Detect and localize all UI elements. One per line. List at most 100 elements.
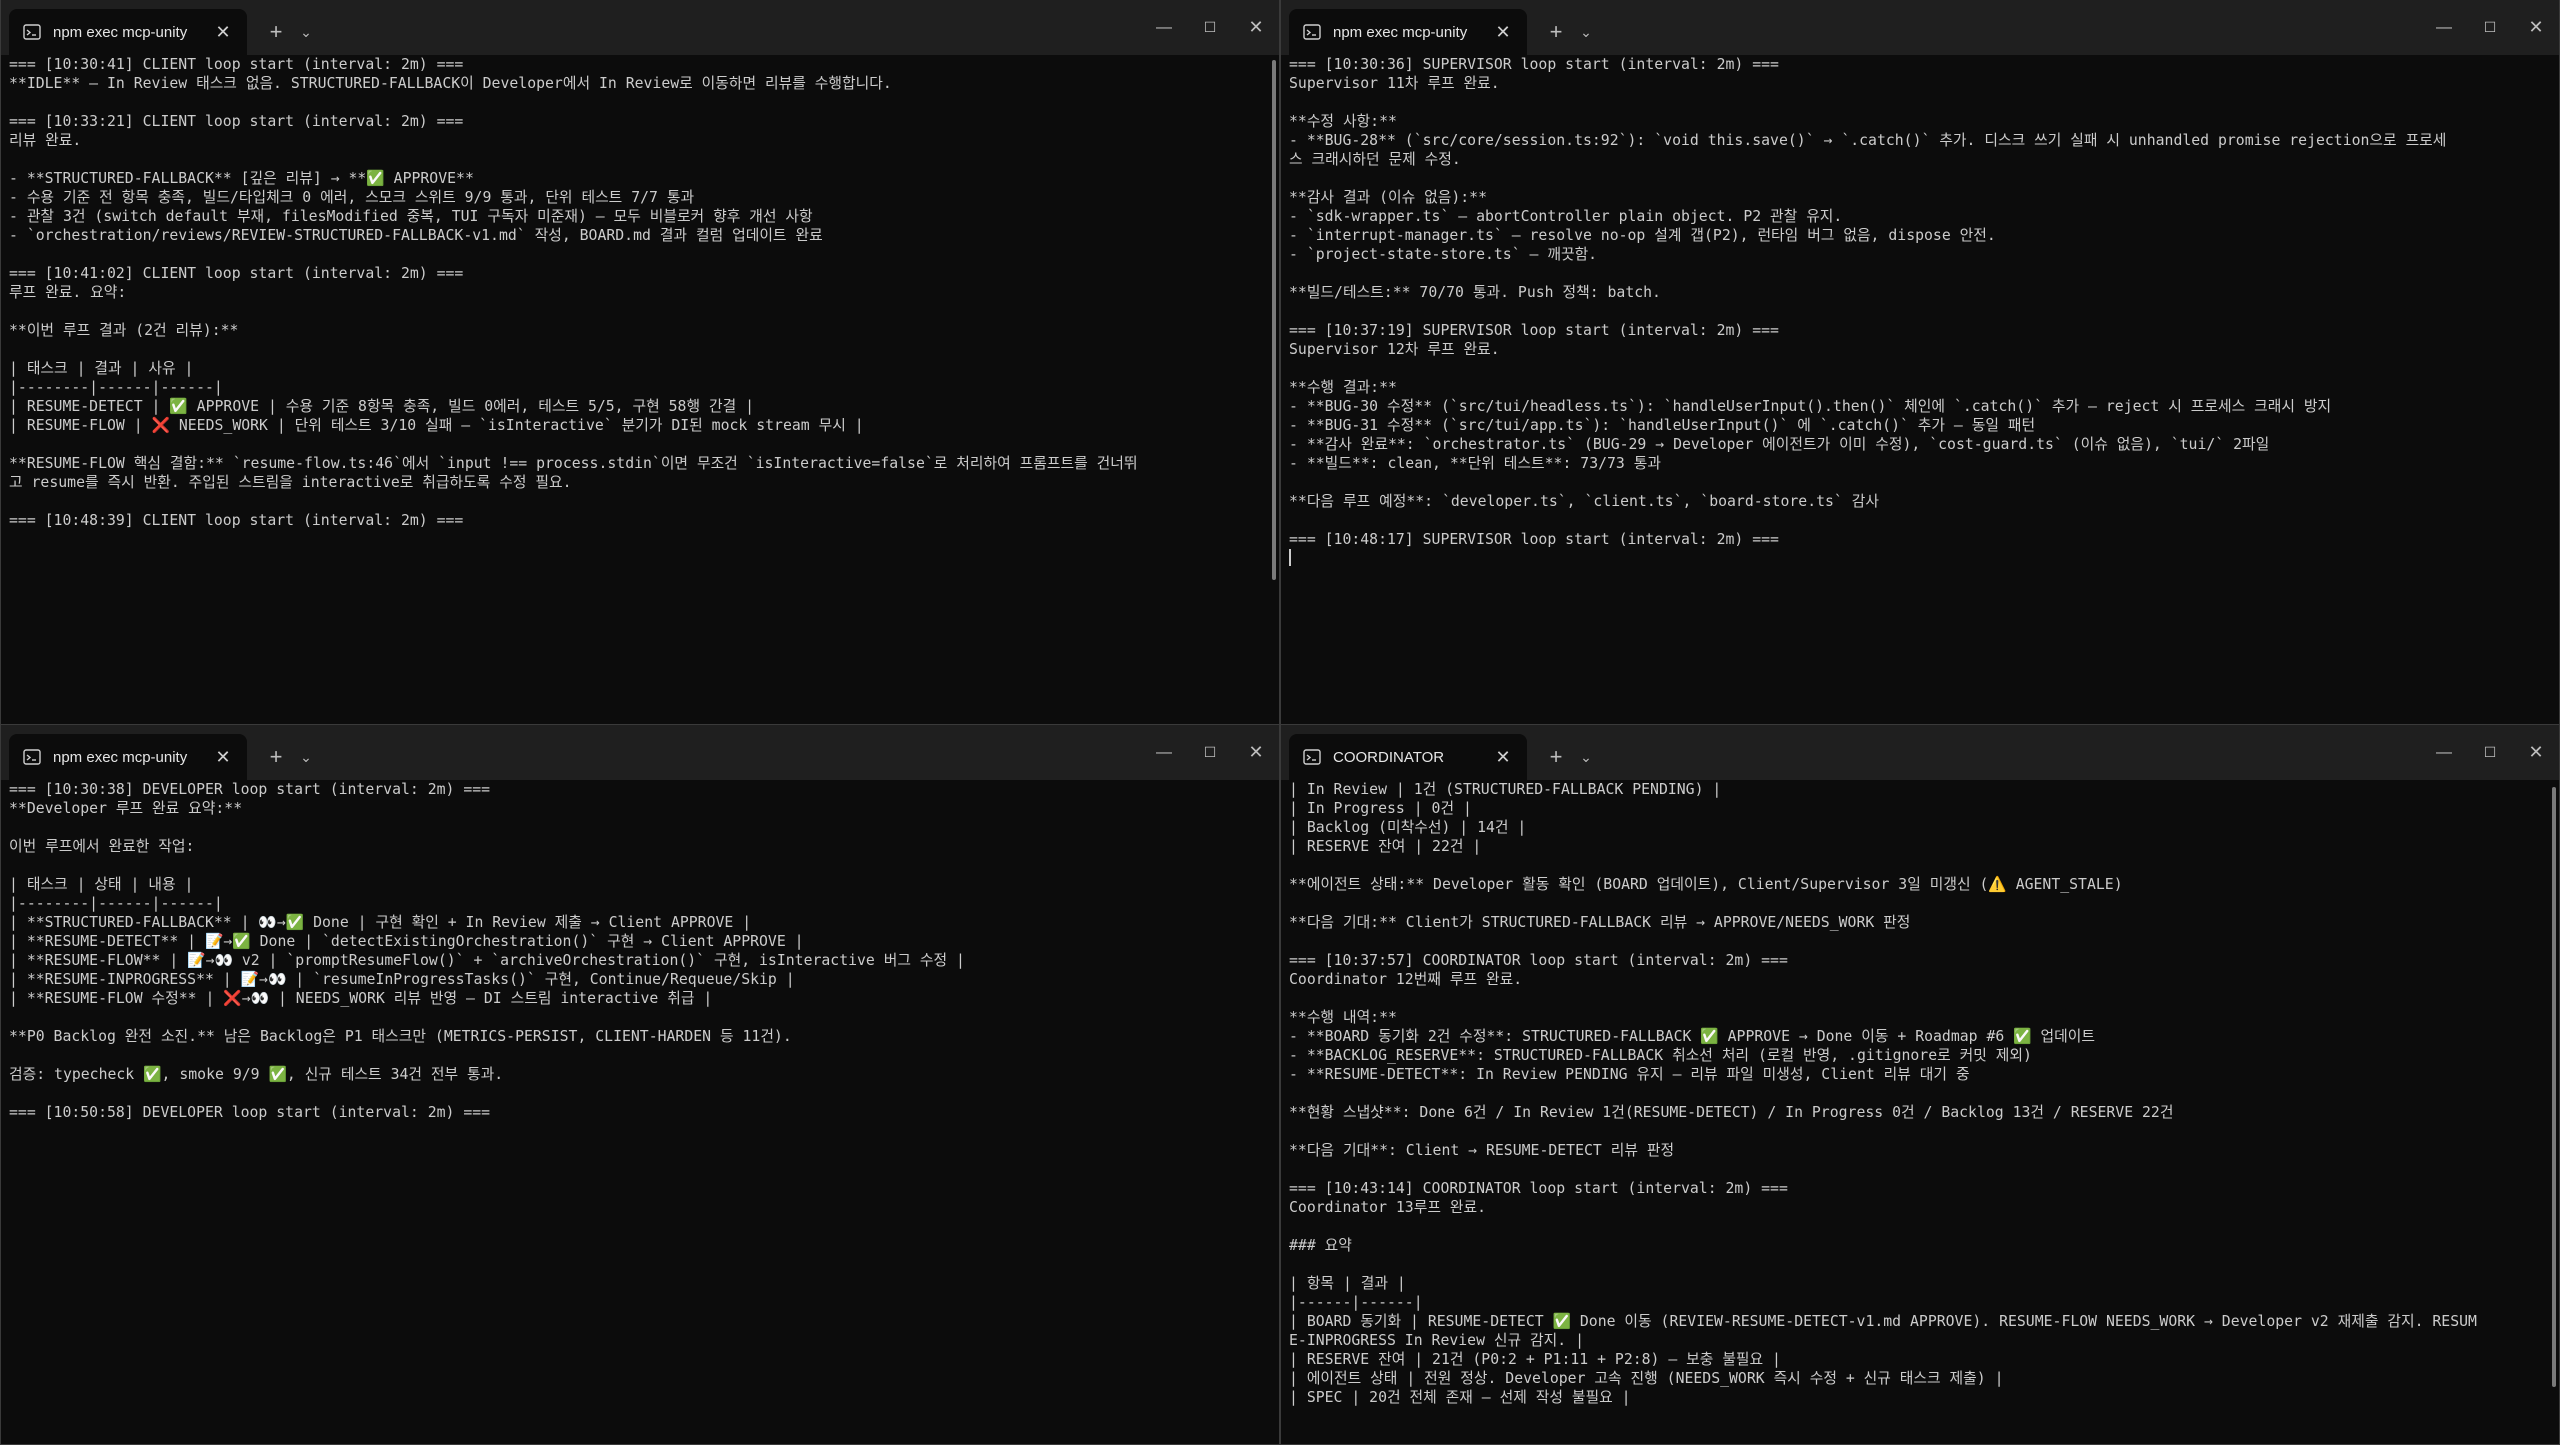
new-tab-button[interactable]: + <box>259 734 293 780</box>
terminal-prompt[interactable] <box>1289 549 2539 568</box>
terminal-line: === [10:48:39] CLIENT loop start (interv… <box>9 512 464 529</box>
maximize-button[interactable]: ☐ <box>2467 19 2513 36</box>
minimize-button[interactable]: — <box>1141 744 1187 762</box>
terminal-output[interactable]: === [10:30:38] DEVELOPER loop start (int… <box>9 780 1259 1444</box>
close-window-button[interactable]: ✕ <box>1233 17 1279 38</box>
close-window-button[interactable]: ✕ <box>2513 742 2559 763</box>
scrollbar-thumb[interactable] <box>2552 787 2556 1387</box>
close-tab-icon[interactable]: ✕ <box>1491 22 1515 43</box>
terminal-tab[interactable]: npm exec mcp-unity ✕ <box>9 9 247 55</box>
scrollbar-thumb[interactable] <box>1272 60 1276 580</box>
terminal-icon <box>21 747 43 767</box>
terminal-line: | 에이전트 상태 | 전원 정상. Developer 고속 진행 (NEED… <box>1289 1370 2004 1387</box>
terminal-window-supervisor[interactable]: npm exec mcp-unity ✕ + ⌄ — ☐ ✕ === [10:3… <box>1280 0 2560 725</box>
terminal-line: === [10:30:36] SUPERVISOR loop start (in… <box>1289 56 1779 73</box>
terminal-line: === [10:43:14] COORDINATOR loop start (i… <box>1289 1180 1788 1197</box>
minimize-button[interactable]: — <box>2421 19 2467 37</box>
terminal-line: | RESUME-FLOW | ❌ NEEDS_WORK | 단위 테스트 3/… <box>9 417 864 434</box>
minimize-button[interactable]: — <box>1141 19 1187 37</box>
new-tab-button[interactable]: + <box>1539 734 1573 780</box>
terminal-line: - **STRUCTURED-FALLBACK** [깊은 리뷰] → **✅ … <box>9 170 474 187</box>
chevron-down-icon[interactable]: ⌄ <box>1573 9 1599 55</box>
terminal-line: **Developer 루프 완료 요약:** <box>9 800 243 817</box>
terminal-output[interactable]: === [10:30:36] SUPERVISOR loop start (in… <box>1289 55 2539 724</box>
terminal-tab[interactable]: npm exec mcp-unity ✕ <box>1289 9 1527 55</box>
terminal-line: Supervisor 11차 루프 완료. <box>1289 75 1500 92</box>
terminal-line: **다음 기대:** Client가 STRUCTURED-FALLBACK 리… <box>1289 914 1911 931</box>
title-bar: npm exec mcp-unity ✕ + ⌄ <box>1281 0 2559 55</box>
tab-title: npm exec mcp-unity <box>53 23 188 41</box>
terminal-line: | SPEC | 20건 전체 존재 — 선제 작성 불필요 | <box>1289 1389 1631 1406</box>
terminal-line: === [10:41:02] CLIENT loop start (interv… <box>9 265 464 282</box>
terminal-line: 리뷰 완료. <box>9 132 82 149</box>
close-window-button[interactable]: ✕ <box>1233 742 1279 763</box>
terminal-line: Coordinator 12번째 루프 완료. <box>1289 971 1523 988</box>
terminal-icon <box>21 22 43 42</box>
window-controls: — ☐ ✕ <box>2421 0 2559 55</box>
terminal-line: | In Progress | 0건 | <box>1289 800 1472 817</box>
terminal-line: **다음 기대**: Client → RESUME-DETECT 리뷰 판정 <box>1289 1142 1675 1159</box>
terminal-window-developer[interactable]: npm exec mcp-unity ✕ + ⌄ — ☐ ✕ === [10:3… <box>0 725 1280 1445</box>
terminal-line: | RESUME-DETECT | ✅ APPROVE | 수용 기준 8항목 … <box>9 398 755 415</box>
terminal-line: | In Review | 1건 (STRUCTURED-FALLBACK PE… <box>1289 781 1722 798</box>
terminal-line: - **BUG-31 수정** (`src/tui/app.ts`): `han… <box>1289 417 2036 434</box>
chevron-down-icon[interactable]: ⌄ <box>1573 734 1599 780</box>
terminal-tab[interactable]: npm exec mcp-unity ✕ <box>9 734 247 780</box>
terminal-line: - **RESUME-DETECT**: In Review PENDING 유… <box>1289 1066 1970 1083</box>
terminal-line: === [10:33:21] CLIENT loop start (interv… <box>9 113 464 130</box>
terminal-line: **에이전트 상태:** Developer 활동 확인 (BOARD 업데이트… <box>1289 876 2123 893</box>
terminal-output[interactable]: === [10:30:41] CLIENT loop start (interv… <box>9 55 1259 724</box>
close-window-button[interactable]: ✕ <box>2513 17 2559 38</box>
terminal-line: | **STRUCTURED-FALLBACK** | 👀→✅ Done | 구… <box>9 914 752 931</box>
maximize-button[interactable]: ☐ <box>1187 19 1233 36</box>
close-tab-icon[interactable]: ✕ <box>211 747 235 768</box>
terminal-line: - `orchestration/reviews/REVIEW-STRUCTUR… <box>9 227 823 244</box>
terminal-line: 루프 완료. 요약: <box>9 284 127 301</box>
terminal-line: ### 요약 <box>1289 1237 1352 1254</box>
new-tab-button[interactable]: + <box>1539 9 1573 55</box>
terminal-line: Coordinator 13루프 완료. <box>1289 1199 1486 1216</box>
terminal-line: **P0 Backlog 완전 소진.** 남은 Backlog은 P1 태스크… <box>9 1028 792 1045</box>
close-tab-icon[interactable]: ✕ <box>211 22 235 43</box>
terminal-line: | **RESUME-INPROGRESS** | 📝→👀 | `resumeI… <box>9 971 795 988</box>
close-tab-icon[interactable]: ✕ <box>1491 747 1515 768</box>
terminal-line: | 태스크 | 상태 | 내용 | <box>9 876 194 893</box>
minimize-button[interactable]: — <box>2421 744 2467 762</box>
tab-title: npm exec mcp-unity <box>53 748 188 766</box>
chevron-down-icon[interactable]: ⌄ <box>293 734 319 780</box>
terminal-line: **빌드/테스트:** 70/70 통과. Push 정책: batch. <box>1289 284 1661 301</box>
terminal-line: - **BACKLOG_RESERVE**: STRUCTURED-FALLBA… <box>1289 1047 2032 1064</box>
terminal-grid: npm exec mcp-unity ✕ + ⌄ — ☐ ✕ === [10:3… <box>0 0 2560 1445</box>
terminal-window-coordinator[interactable]: COORDINATOR ✕ + ⌄ — ☐ ✕ | In Review | 1건… <box>1280 725 2560 1445</box>
title-bar: npm exec mcp-unity ✕ + ⌄ <box>1 725 1279 780</box>
terminal-output[interactable]: | In Review | 1건 (STRUCTURED-FALLBACK PE… <box>1289 780 2539 1444</box>
terminal-window-client[interactable]: npm exec mcp-unity ✕ + ⌄ — ☐ ✕ === [10:3… <box>0 0 1280 725</box>
terminal-line: E-INPROGRESS In Review 신규 감지. | <box>1289 1332 1584 1349</box>
terminal-icon <box>1301 22 1323 42</box>
terminal-line: - 관찰 3건 (switch default 부재, filesModifie… <box>9 208 813 225</box>
tab-title: npm exec mcp-unity <box>1333 23 1468 41</box>
maximize-button[interactable]: ☐ <box>2467 744 2513 761</box>
new-tab-button[interactable]: + <box>259 9 293 55</box>
terminal-line: === [10:50:58] DEVELOPER loop start (int… <box>9 1104 491 1121</box>
chevron-down-icon[interactable]: ⌄ <box>293 9 319 55</box>
terminal-line: |--------|------|------| <box>9 895 223 912</box>
terminal-icon <box>1301 747 1323 767</box>
terminal-line: **RESUME-FLOW 핵심 결함:** `resume-flow.ts:4… <box>9 455 1138 472</box>
window-controls: — ☐ ✕ <box>2421 725 2559 780</box>
terminal-tab[interactable]: COORDINATOR ✕ <box>1289 734 1527 780</box>
maximize-button[interactable]: ☐ <box>1187 744 1233 761</box>
